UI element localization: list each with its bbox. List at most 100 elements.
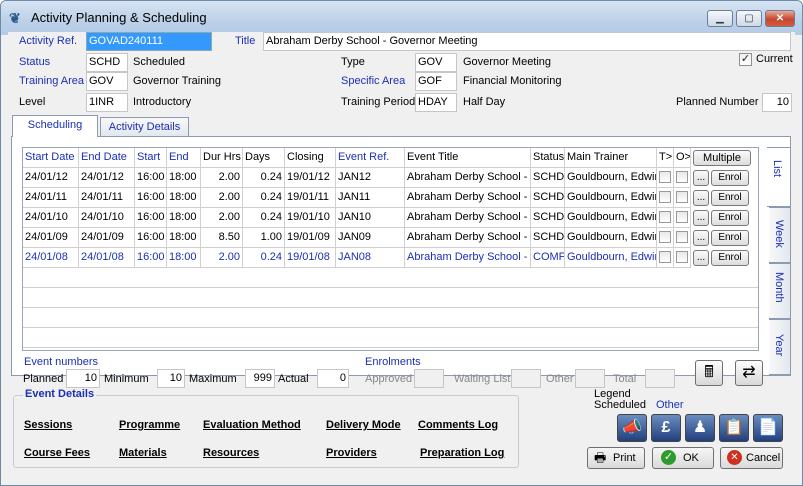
document-button[interactable]: 📄	[753, 414, 783, 442]
t-checkbox[interactable]	[659, 211, 671, 223]
cell-start[interactable]: 16:00	[135, 188, 167, 208]
training-period-code-field[interactable]: HDAY	[415, 93, 457, 112]
cell-start-date[interactable]: 24/01/09	[23, 228, 79, 248]
multiple-button[interactable]: Multiple	[693, 150, 751, 166]
o-checkbox[interactable]	[676, 251, 688, 263]
cell-dur[interactable]: 2.00	[201, 248, 243, 268]
cell-end-date[interactable]: 24/01/09	[79, 228, 135, 248]
cell-days[interactable]: 0.24	[243, 208, 285, 228]
cell-closing[interactable]: 19/01/10	[285, 208, 336, 228]
trainer-button[interactable]: ♟	[685, 414, 715, 442]
browse-button[interactable]: ...	[693, 250, 709, 266]
enrol-button[interactable]: Enrol	[711, 170, 749, 186]
browse-button[interactable]: ...	[693, 190, 709, 206]
cell-start[interactable]: 16:00	[135, 248, 167, 268]
vtab-year[interactable]: Year	[769, 319, 791, 375]
cell-end-date[interactable]: 24/01/11	[79, 188, 135, 208]
tab-activity-details[interactable]: Activity Details	[100, 117, 189, 138]
cell-title[interactable]: Abraham Derby School - G	[405, 208, 531, 228]
notes-button[interactable]: 📋	[719, 414, 749, 442]
col-start[interactable]: Start	[135, 148, 167, 168]
course-fees-link[interactable]: Course Fees	[24, 447, 90, 459]
type-code-field[interactable]: GOV	[415, 53, 457, 72]
col-event-title[interactable]: Event Title	[405, 148, 531, 168]
cell-ref[interactable]: JAN12	[336, 168, 405, 188]
t-checkbox[interactable]	[659, 251, 671, 263]
table-row[interactable]: 24/01/09 24/01/09 16:00 18:00 8.50 1.00 19/01/…	[23, 228, 758, 248]
cell-closing[interactable]: 19/01/12	[285, 168, 336, 188]
col-dur-hrs[interactable]: Dur Hrs	[201, 148, 243, 168]
t-checkbox[interactable]	[659, 191, 671, 203]
table-row[interactable]: 24/01/10 24/01/10 16:00 18:00 2.00 0.24 19/01/…	[23, 208, 758, 228]
col-t[interactable]: T>	[657, 148, 674, 168]
cell-start[interactable]: 16:00	[135, 228, 167, 248]
vtab-list[interactable]: List	[767, 147, 791, 207]
cell-title[interactable]: Abraham Derby School - G	[405, 228, 531, 248]
cell-start-date[interactable]: 24/01/10	[23, 208, 79, 228]
activity-ref-field[interactable]: GOVAD240111	[86, 32, 212, 51]
cell-status[interactable]: COMP	[531, 248, 565, 268]
cell-start-date[interactable]: 24/01/08	[23, 248, 79, 268]
cell-status[interactable]: SCHD	[531, 228, 565, 248]
status-code-field[interactable]: SCHD	[86, 53, 128, 72]
announce-button[interactable]: 📣	[617, 414, 647, 442]
o-checkbox[interactable]	[676, 211, 688, 223]
specific-area-code-field[interactable]: GOF	[415, 72, 457, 91]
vtab-month[interactable]: Month	[769, 263, 791, 319]
title-field[interactable]: Abraham Derby School - Governor Meeting	[263, 32, 791, 51]
table-row[interactable]: 24/01/12 24/01/12 16:00 18:00 2.00 0.24 19/01/…	[23, 168, 758, 188]
planned-field[interactable]: 10	[66, 369, 100, 388]
tab-scheduling[interactable]: Scheduling	[12, 115, 98, 137]
cell-status[interactable]: SCHD	[531, 188, 565, 208]
table-row[interactable]: 24/01/11 24/01/11 16:00 18:00 2.00 0.24 19/01/…	[23, 188, 758, 208]
fees-button[interactable]: £	[651, 414, 681, 442]
col-status[interactable]: Status	[531, 148, 565, 168]
enrol-button[interactable]: Enrol	[711, 210, 749, 226]
o-checkbox[interactable]	[676, 171, 688, 183]
cell-trainer[interactable]: Gouldbourn, Edwir	[565, 208, 657, 228]
programme-link[interactable]: Programme	[119, 419, 180, 431]
enrol-button[interactable]: Enrol	[711, 230, 749, 246]
browse-button[interactable]: ...	[693, 230, 709, 246]
cell-title[interactable]: Abraham Derby School - G	[405, 248, 531, 268]
vtab-week[interactable]: Week	[769, 207, 791, 263]
col-main-trainer[interactable]: Main Trainer	[565, 148, 657, 168]
col-days[interactable]: Days	[243, 148, 285, 168]
col-event-ref[interactable]: Event Ref.	[336, 148, 405, 168]
print-button[interactable]: 🖶 Print	[587, 447, 645, 469]
cell-status[interactable]: SCHD	[531, 208, 565, 228]
cell-title[interactable]: Abraham Derby School - G	[405, 188, 531, 208]
cell-dur[interactable]: 8.50	[201, 228, 243, 248]
browse-button[interactable]: ...	[693, 170, 709, 186]
cancel-button[interactable]: ✕ Cancel	[720, 447, 783, 469]
o-checkbox[interactable]	[676, 191, 688, 203]
col-end-date[interactable]: End Date	[79, 148, 135, 168]
col-closing[interactable]: Closing	[285, 148, 336, 168]
cell-start-date[interactable]: 24/01/11	[23, 188, 79, 208]
providers-link[interactable]: Providers	[326, 447, 377, 459]
cell-start[interactable]: 16:00	[135, 168, 167, 188]
col-o[interactable]: O>	[674, 148, 691, 168]
resources-link[interactable]: Resources	[203, 447, 259, 459]
cell-dur[interactable]: 2.00	[201, 208, 243, 228]
cell-days[interactable]: 0.24	[243, 188, 285, 208]
cell-ref[interactable]: JAN10	[336, 208, 405, 228]
cell-ref[interactable]: JAN08	[336, 248, 405, 268]
enrol-button[interactable]: Enrol	[711, 250, 749, 266]
table-row[interactable]: 24/01/08 24/01/08 16:00 18:00 2.00 0.24 19/01/…	[23, 248, 758, 268]
calculator-button[interactable]: 🖩	[695, 360, 723, 386]
ok-button[interactable]: ✓ OK	[652, 447, 714, 469]
minimize-button[interactable]: ▁	[707, 10, 733, 27]
close-button[interactable]: ✕	[765, 10, 795, 27]
cell-closing[interactable]: 19/01/09	[285, 228, 336, 248]
maximize-button[interactable]: ▢	[736, 10, 762, 27]
cell-dur[interactable]: 2.00	[201, 188, 243, 208]
cell-trainer[interactable]: Gouldbourn, Edwir	[565, 228, 657, 248]
cell-closing[interactable]: 19/01/11	[285, 188, 336, 208]
cell-end[interactable]: 18:00	[167, 208, 201, 228]
sessions-link[interactable]: Sessions	[24, 419, 72, 431]
cell-days[interactable]: 0.24	[243, 168, 285, 188]
cell-end-date[interactable]: 24/01/10	[79, 208, 135, 228]
cell-start[interactable]: 16:00	[135, 208, 167, 228]
col-start-date[interactable]: Start Date	[23, 148, 79, 168]
